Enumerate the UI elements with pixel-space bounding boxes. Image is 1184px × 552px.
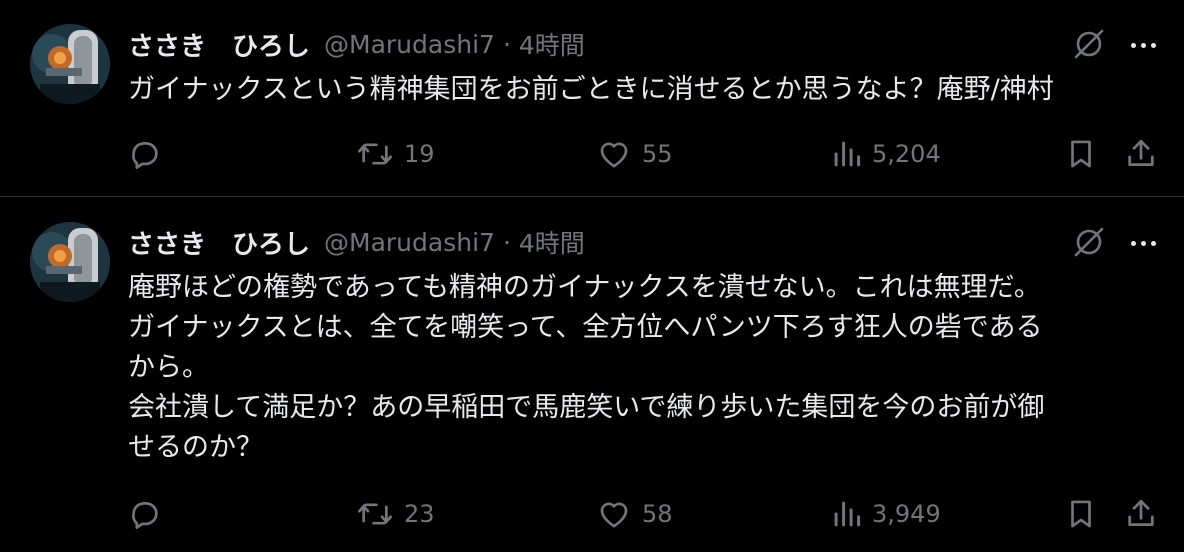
retweet-icon	[356, 497, 394, 531]
like-button[interactable]: 55	[596, 134, 673, 174]
share-button[interactable]	[1124, 134, 1158, 174]
tweet-text-line: ガイナックスとは、全てを嘲笑って、全方位へパンツ下ろす狂人の砦である	[128, 312, 1043, 343]
bookmark-button[interactable]	[1064, 494, 1098, 534]
views-button[interactable]: 3,949	[832, 494, 941, 534]
grok-icon[interactable]	[1072, 27, 1106, 61]
tweet-actions: 19 55 5,204	[0, 134, 1184, 174]
more-icon[interactable]	[1126, 30, 1160, 60]
retweet-count: 19	[404, 140, 435, 168]
heart-icon	[596, 137, 632, 171]
reply-button[interactable]	[128, 134, 162, 174]
reply-icon	[128, 137, 162, 171]
like-count: 55	[642, 140, 673, 168]
reply-button[interactable]	[128, 494, 162, 534]
tweet-header: ささき ひろし @Marudashi7 · 4時間	[128, 24, 585, 64]
views-icon	[832, 497, 862, 531]
reply-icon	[128, 497, 162, 531]
display-name[interactable]: ささき ひろし	[128, 224, 310, 261]
heart-icon	[596, 497, 632, 531]
tweet[interactable]: ささき ひろし @Marudashi7 · 4時間 庵野ほどの権勢であっても精神…	[0, 198, 1184, 552]
display-name[interactable]: ささき ひろし	[128, 26, 310, 63]
tweet-text-line: 会社潰して満足か？あの早稲田で馬鹿笑いで練り歩いた集団を今のお前が御	[128, 392, 1045, 423]
bookmark-button[interactable]	[1064, 134, 1098, 174]
like-button[interactable]: 58	[596, 494, 673, 534]
divider	[0, 196, 1184, 197]
more-icon[interactable]	[1126, 228, 1160, 258]
retweet-button[interactable]: 23	[356, 494, 435, 534]
retweet-icon	[356, 137, 394, 171]
grok-icon[interactable]	[1072, 225, 1106, 259]
separator-dot: ·	[502, 29, 511, 59]
bookmark-icon	[1064, 137, 1098, 171]
retweet-count: 23	[404, 500, 435, 528]
share-icon	[1124, 137, 1158, 171]
tweet-header: ささき ひろし @Marudashi7 · 4時間	[128, 222, 585, 262]
views-icon	[832, 137, 862, 171]
avatar[interactable]	[30, 24, 110, 104]
tweet-text-line: から。	[128, 352, 209, 383]
share-icon	[1124, 497, 1158, 531]
tweet-text: ガイナックスという精神集団をお前ごときに消せるとか思うなよ？庵野/神村	[128, 70, 1158, 110]
timestamp[interactable]: 4時間	[519, 26, 585, 62]
tweet-actions: 23 58 3,949	[0, 494, 1184, 534]
share-button[interactable]	[1124, 494, 1158, 534]
retweet-button[interactable]: 19	[356, 134, 435, 174]
views-button[interactable]: 5,204	[832, 134, 941, 174]
user-handle[interactable]: @Marudashi7	[324, 228, 495, 257]
view-count: 5,204	[872, 140, 941, 168]
view-count: 3,949	[872, 500, 941, 528]
avatar[interactable]	[30, 222, 110, 302]
timestamp[interactable]: 4時間	[519, 224, 585, 260]
tweet-text-line: 庵野ほどの権勢であっても精神のガイナックスを潰せない。これは無理だ。	[128, 272, 1041, 303]
like-count: 58	[642, 500, 673, 528]
separator-dot: ·	[502, 227, 511, 257]
tweet-text-line: せるのか？	[128, 432, 263, 463]
tweet-text-line: ガイナックスという精神集団をお前ごときに消せるとか思うなよ？庵野/神村	[128, 74, 1054, 105]
tweet[interactable]: ささき ひろし @Marudashi7 · 4時間 ガイナックスという精神集団を…	[0, 0, 1184, 196]
tweet-text: 庵野ほどの権勢であっても精神のガイナックスを潰せない。これは無理だ。 ガイナック…	[128, 268, 1158, 468]
bookmark-icon	[1064, 497, 1098, 531]
user-handle[interactable]: @Marudashi7	[324, 30, 495, 59]
